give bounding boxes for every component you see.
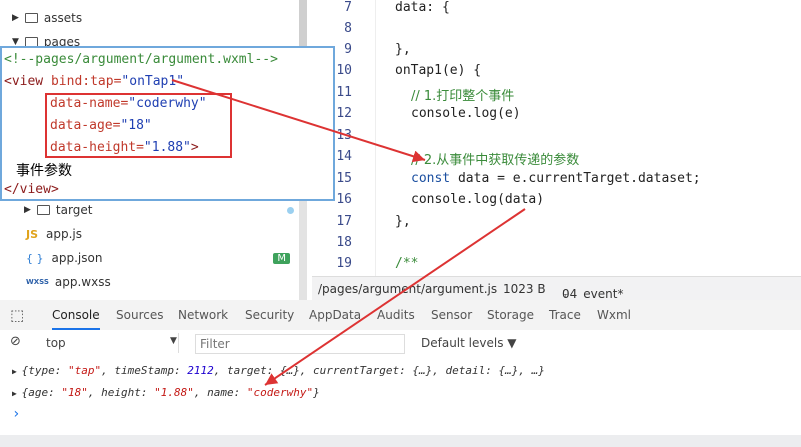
json-file-icon: { }	[26, 251, 44, 265]
clear-console-icon[interactable]: ⊘	[10, 334, 21, 349]
line-number: 19	[336, 256, 352, 271]
caret-right-icon[interactable]: ▶	[12, 13, 19, 23]
wxml-view-open: <view bind:tap="onTap1"	[4, 74, 185, 89]
folder-icon	[36, 205, 50, 215]
context-select[interactable]: top ▼	[38, 333, 179, 353]
wxml-comment: <!--pages/argument/argument.wxml-->	[4, 52, 278, 67]
tab-network[interactable]: Network	[178, 300, 228, 330]
wxss-file-icon: WXSS	[26, 278, 49, 286]
console-filter-bar: ⊘ top ▼ Default levels ▼	[0, 330, 801, 358]
tree-item-target[interactable]: ▶ target	[24, 199, 294, 221]
line-number: 8	[344, 21, 352, 36]
line-number: 7	[344, 0, 352, 15]
code-line: },	[395, 42, 411, 57]
inspect-element-icon[interactable]: ⬚	[10, 300, 24, 330]
code-line: },	[395, 214, 411, 229]
keyword: const	[411, 171, 451, 186]
code-line: const data = e.currentTarget.dataset;	[411, 171, 701, 186]
tab-wxml[interactable]: Wxml	[597, 300, 631, 330]
devtools-tab-bar: ⬚ Console Sources Network Security AppDa…	[0, 300, 801, 331]
tab-appdata[interactable]: AppData	[309, 300, 361, 330]
code-comment: // 1.打印整个事件	[411, 89, 515, 104]
console-log-entry[interactable]: ▶ {age: "18", height: "1.88", name: "cod…	[12, 386, 320, 399]
line-number: 17	[336, 214, 352, 229]
code-line: console.log(data)	[411, 192, 545, 207]
file-size: 1023 B	[503, 282, 546, 296]
tree-item-app-wxss[interactable]: WXSS app.wxss	[26, 271, 111, 293]
tab-console[interactable]: Console	[52, 300, 100, 330]
console-log-entry[interactable]: ▶ {type: "tap", timeStamp: 2112, target:…	[12, 364, 545, 377]
code-comment: // 2.从事件中获取传递的参数	[411, 153, 580, 168]
file-path: /pages/argument/argument.js	[318, 282, 498, 296]
js-file-icon: JS	[26, 227, 39, 241]
expand-arrow-icon[interactable]: ▶	[12, 367, 22, 376]
tab-audits[interactable]: Audits	[377, 300, 415, 330]
tab-security[interactable]: Security	[245, 300, 294, 330]
editor-status-bar: /pages/argument/argument.js 1023 B ⑂ 04_…	[312, 276, 801, 301]
code-comment: /**	[395, 256, 419, 271]
expand-arrow-icon[interactable]: ▶	[12, 389, 22, 398]
dropdown-arrow-icon: ▼	[170, 336, 177, 346]
indent-guide	[375, 0, 376, 276]
tab-sensor[interactable]: Sensor	[431, 300, 472, 330]
tab-sources[interactable]: Sources	[116, 300, 163, 330]
filter-input[interactable]	[195, 334, 405, 354]
modified-badge: M	[273, 252, 290, 264]
folder-icon	[24, 13, 38, 23]
modified-dot-icon	[287, 206, 294, 214]
wxml-view-close: </view>	[4, 182, 59, 197]
console-prompt[interactable]: ›	[12, 406, 20, 422]
code-line: console.log(e)	[411, 106, 521, 121]
log-levels-dropdown[interactable]: Default levels ▼	[421, 336, 517, 350]
code-line: onTap1(e) {	[395, 63, 482, 78]
highlight-box	[45, 93, 232, 158]
console-output: ▶ {type: "tap", timeStamp: 2112, target:…	[0, 357, 801, 435]
tab-trace[interactable]: Trace	[549, 300, 581, 330]
code-line: data: {	[395, 0, 450, 15]
tab-storage[interactable]: Storage	[487, 300, 534, 330]
tree-item-assets[interactable]: ▶ assets	[12, 7, 82, 29]
wxml-text: 事件参数	[16, 163, 72, 179]
line-number: 18	[336, 235, 352, 250]
code-editor[interactable]	[312, 0, 801, 276]
tree-item-app-json[interactable]: { } app.json M	[26, 247, 290, 269]
caret-right-icon[interactable]: ▶	[24, 205, 31, 215]
tree-item-app-js[interactable]: JS app.js	[26, 223, 82, 245]
